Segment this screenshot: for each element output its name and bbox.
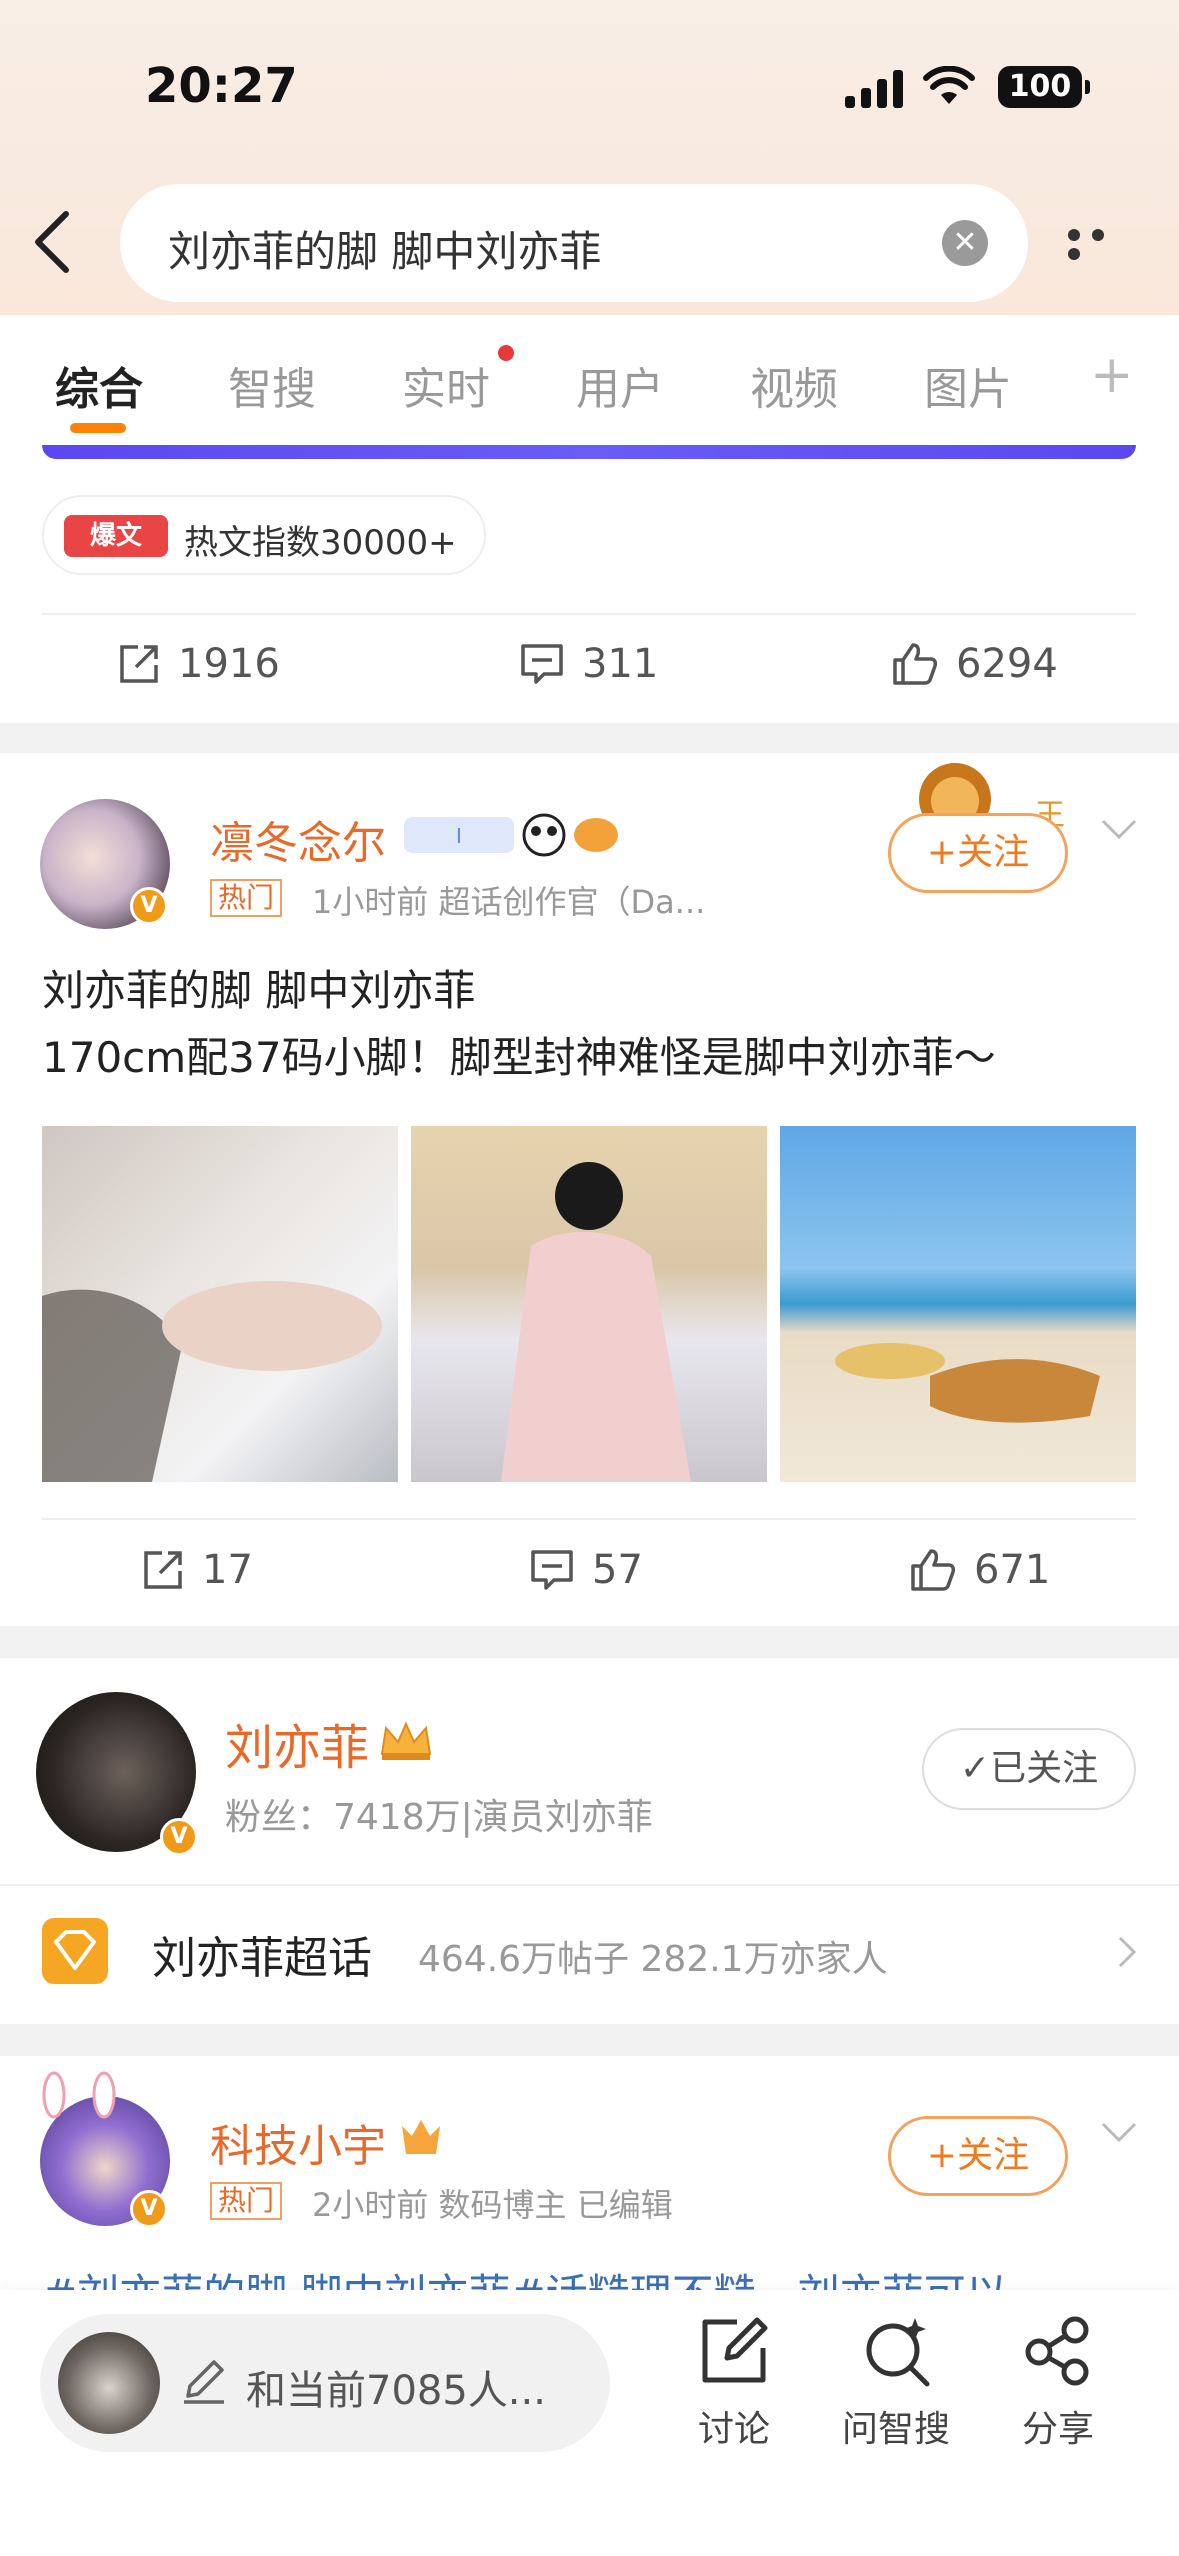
followed-button[interactable]: ✓已关注: [922, 1728, 1136, 1810]
post-card: V 凛冬念尔 I 热门 1小时前 超话创作官（Da... 王 +关注 刘亦菲的脚…: [0, 753, 1179, 1626]
comment-button[interactable]: 311: [520, 641, 658, 687]
add-tab-icon[interactable]: +: [1090, 345, 1134, 405]
discuss-button[interactable]: 讨论: [664, 2314, 804, 2452]
post-image-grid: [42, 1126, 1136, 1482]
like-icon: [911, 1549, 956, 1591]
post-text-line1: 刘亦菲的脚 脚中刘亦菲: [42, 966, 476, 1015]
post-username[interactable]: 科技小宇: [210, 2110, 386, 2174]
hot-index-text: 热文指数30000+: [184, 523, 457, 563]
repost-button[interactable]: 1916: [118, 641, 280, 687]
realtime-new-dot: [498, 345, 514, 361]
post-card: V 科技小宇 热门 2小时前 数码博主 已编辑 +关注 #刘亦菲的脚 脚中刘亦菲…: [0, 2056, 1179, 2290]
ask-smart-search-button[interactable]: 问智搜: [826, 2314, 966, 2452]
comment-placeholder: 和当前7085人...: [246, 2368, 546, 2414]
comment-count: 311: [582, 641, 659, 687]
comment-input[interactable]: 和当前7085人...: [40, 2314, 610, 2452]
divider: [0, 1884, 1179, 1886]
divider: [42, 1518, 1136, 1520]
tab-comprehensive[interactable]: 综合: [55, 353, 143, 417]
search-header: 20:27 100 刘亦菲的脚 脚中刘亦菲 ✕: [0, 0, 1179, 315]
search-query: 刘亦菲的脚 脚中刘亦菲: [168, 227, 602, 276]
repost-button[interactable]: 17: [142, 1547, 253, 1593]
my-avatar: [58, 2332, 160, 2434]
cellular-signal-icon: [845, 70, 903, 108]
bed-photo-icon: [501, 1162, 691, 1482]
actor-name[interactable]: 刘亦菲: [225, 1708, 369, 1778]
repost-count: 1916: [178, 641, 280, 687]
bottom-action-bar: 和当前7085人... 讨论 问智搜 分享: [0, 2290, 1179, 2556]
crown-badge-icon: [402, 2120, 440, 2154]
post-card-partial: 爆文 热文指数30000+ 1916 311 6294: [0, 445, 1179, 723]
comment-button[interactable]: 57: [530, 1547, 643, 1593]
post-meta: 1小时前 超话创作官（Da...: [312, 883, 706, 921]
repost-count: 17: [202, 1547, 253, 1593]
verified-badge-icon: V: [130, 887, 168, 925]
feet-photo-icon: [42, 1281, 382, 1482]
post-text-line2: 170cm配37码小脚！脚型封神难怪是脚中刘亦菲～: [42, 1033, 996, 1082]
chevron-right-icon[interactable]: [1116, 1934, 1138, 1970]
wifi-icon: [923, 66, 975, 104]
search-tabs: 综合 智搜 实时 用户 视频 图片 +: [0, 315, 1179, 445]
follow-button[interactable]: +关注: [888, 813, 1068, 893]
super-topic-stats: 464.6万帖子 282.1万亦家人: [418, 1939, 888, 1980]
banner-image-edge: [42, 445, 1136, 459]
chevron-down-icon[interactable]: [1099, 2120, 1139, 2144]
actor-profile-card: V 刘亦菲 粉丝：7418万|演员刘亦菲 ✓已关注 刘亦菲超话 464.6万帖子…: [0, 1658, 1179, 2024]
comment-icon: [531, 1550, 573, 1590]
like-button[interactable]: 671: [910, 1547, 1050, 1593]
repost-icon: [144, 1551, 182, 1589]
search-input[interactable]: 刘亦菲的脚 脚中刘亦菲 ✕: [120, 184, 1028, 302]
post-image-3[interactable]: [780, 1126, 1136, 1482]
verified-badge-icon: V: [130, 2190, 168, 2228]
tab-users[interactable]: 用户: [576, 353, 664, 417]
share-label: 分享: [1021, 2409, 1094, 2450]
bunny-ears-icon: [42, 2071, 116, 2119]
post-image-2[interactable]: [411, 1126, 767, 1482]
post-image-1[interactable]: [42, 1126, 398, 1482]
post-meta: 2小时前 数码博主 已编辑: [312, 2186, 673, 2224]
tab-images[interactable]: 图片: [924, 353, 1012, 417]
follow-button[interactable]: +关注: [888, 2116, 1068, 2196]
super-topic-icon: [42, 1918, 108, 1984]
tab-realtime[interactable]: 实时: [402, 353, 490, 417]
ask-label: 问智搜: [841, 2409, 950, 2450]
hot-label: 热门: [210, 2182, 283, 2220]
divider: [42, 613, 1136, 615]
share-button[interactable]: 分享: [988, 2314, 1128, 2452]
like-count: 6294: [956, 641, 1058, 687]
pencil-icon: [184, 2360, 224, 2404]
beach-photo-icon: [835, 1343, 1100, 1423]
tab-videos[interactable]: 视频: [750, 353, 838, 417]
like-button[interactable]: 6294: [892, 641, 1058, 687]
comment-icon: [521, 644, 563, 684]
edit-square-icon: [702, 2317, 768, 2383]
share-icon: [1025, 2316, 1089, 2386]
post-text-preview: #刘亦菲的脚 脚中刘亦菲#话糙理不糙，刘亦菲可以: [42, 2262, 1008, 2290]
more-options-icon[interactable]: [1068, 226, 1138, 260]
smart-search-icon: [866, 2318, 930, 2387]
super-topic-name[interactable]: 刘亦菲超话: [152, 1922, 372, 1986]
post-username[interactable]: 凛冬念尔: [210, 807, 386, 871]
svg-text:I: I: [456, 824, 462, 848]
back-arrow-icon[interactable]: [28, 210, 78, 274]
like-count: 671: [974, 1547, 1051, 1593]
repost-icon: [120, 645, 158, 683]
active-tab-indicator: [70, 423, 126, 433]
clear-search-button[interactable]: ✕: [942, 220, 988, 266]
like-icon: [893, 643, 938, 685]
user-badges-icon: I: [404, 813, 618, 857]
crown-icon: [380, 1721, 432, 1760]
battery-indicator: 100: [998, 66, 1090, 108]
discuss-label: 讨论: [697, 2409, 770, 2450]
verified-badge-icon: V: [160, 1818, 198, 1856]
hot-tag: 爆文: [64, 515, 168, 557]
comment-count: 57: [592, 1547, 643, 1593]
chevron-down-icon[interactable]: [1099, 817, 1139, 841]
hot-label: 热门: [210, 879, 283, 917]
hot-article-badge[interactable]: 爆文 热文指数30000+: [42, 495, 486, 575]
status-time: 20:27: [145, 58, 298, 114]
actor-meta: 粉丝：7418万|演员刘亦菲: [225, 1797, 653, 1838]
tab-smart-search[interactable]: 智搜: [228, 353, 316, 417]
